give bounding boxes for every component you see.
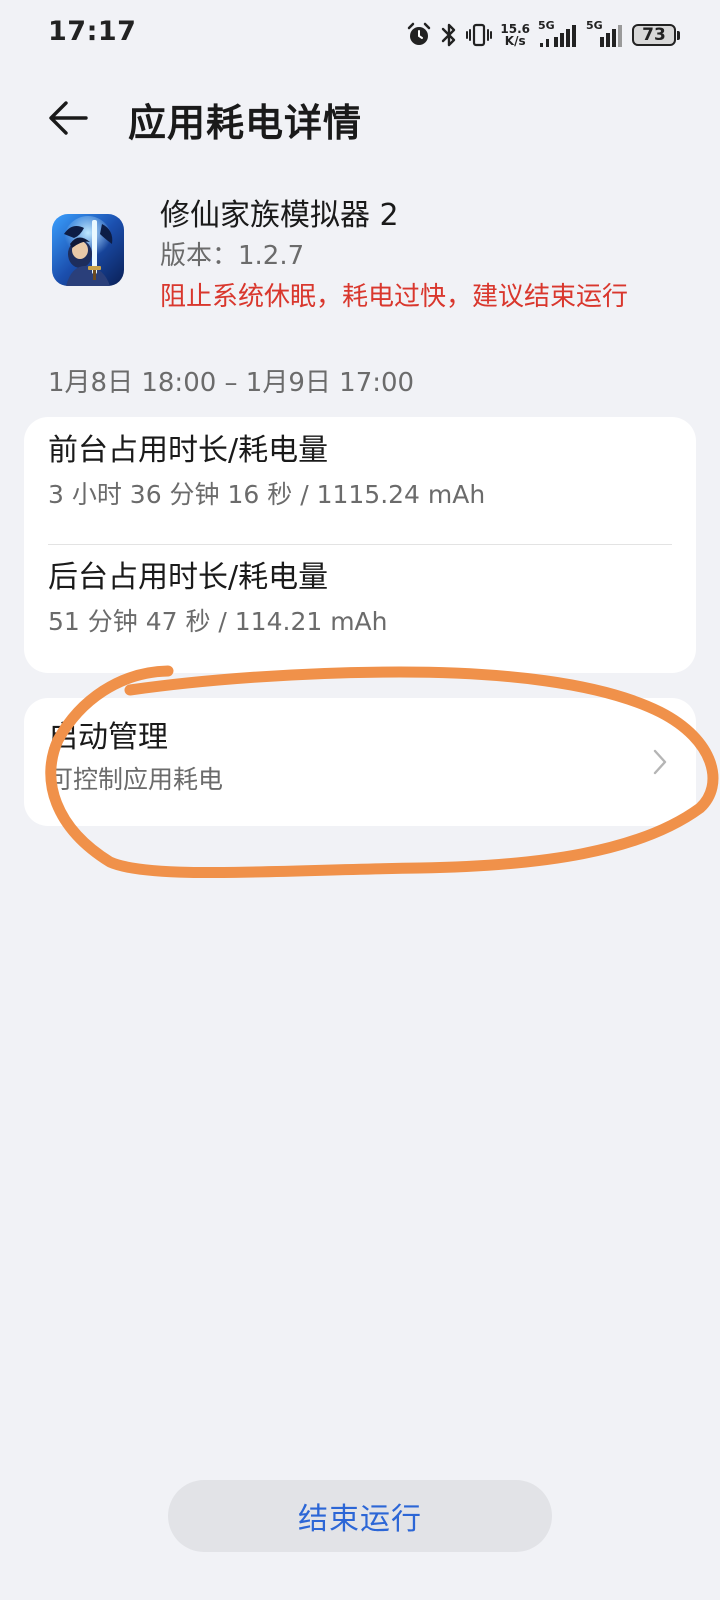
status-time: 17:17	[48, 16, 137, 47]
signal-5g-1: 5G	[538, 19, 578, 49]
end-running-button[interactable]: 结束运行	[168, 1480, 552, 1552]
signal-label-2: 5G	[586, 19, 603, 32]
back-button[interactable]	[40, 90, 96, 146]
usage-card: 前台占用时长/耗电量 3 小时 36 分钟 16 秒 / 1115.24 mAh…	[24, 417, 696, 673]
app-info: 修仙家族模拟器 2 版本：1.2.7 阻止系统休眠，耗电过快，建议结束运行	[0, 180, 720, 320]
foreground-usage-value: 3 小时 36 分钟 16 秒 / 1115.24 mAh	[48, 480, 486, 509]
battery-icon: 73	[632, 24, 680, 46]
foreground-usage-title: 前台占用时长/耗电量	[48, 433, 329, 468]
launch-management-text: 启动管理 可控制应用耗电	[48, 718, 672, 798]
app-warning: 阻止系统休眠，耗电过快，建议结束运行	[160, 282, 629, 312]
launch-management-subtitle: 可控制应用耗电	[48, 765, 224, 794]
vibrate-icon	[466, 22, 493, 48]
launch-management-item[interactable]: 启动管理 可控制应用耗电	[24, 698, 696, 826]
background-usage-row: 后台占用时长/耗电量 51 分钟 47 秒 / 114.21 mAh	[48, 558, 672, 640]
net-speed: 15.6 K/s	[500, 23, 530, 47]
background-usage-title: 后台占用时长/耗电量	[48, 560, 329, 595]
divider	[48, 544, 672, 545]
signal-5g-2: 5G	[586, 19, 624, 49]
page-title: 应用耗电详情	[128, 101, 363, 145]
alarm-icon	[406, 22, 432, 48]
arrow-left-icon	[49, 101, 88, 135]
app-icon	[52, 214, 124, 286]
header: 应用耗电详情	[0, 78, 720, 158]
status-icons: 15.6 K/s 5G 5G 73	[406, 18, 680, 52]
app-name: 修仙家族模拟器 2	[160, 198, 399, 233]
date-range: 1月8日 18:00 – 1月9日 17:00	[48, 368, 415, 398]
foreground-usage-row: 前台占用时长/耗电量 3 小时 36 分钟 16 秒 / 1115.24 mAh	[48, 431, 672, 513]
signal-label-1: 5G	[538, 19, 555, 32]
status-bar: 17:17 15.6 K/s 5G 5G 73	[0, 0, 720, 70]
app-version: 版本：1.2.7	[160, 241, 305, 271]
launch-management-title: 启动管理	[48, 720, 168, 755]
chevron-right-icon	[648, 742, 672, 782]
bluetooth-icon	[440, 22, 458, 48]
background-usage-value: 51 分钟 47 秒 / 114.21 mAh	[48, 607, 388, 636]
net-speed-unit: K/s	[504, 34, 526, 48]
battery-level: 73	[632, 24, 676, 46]
